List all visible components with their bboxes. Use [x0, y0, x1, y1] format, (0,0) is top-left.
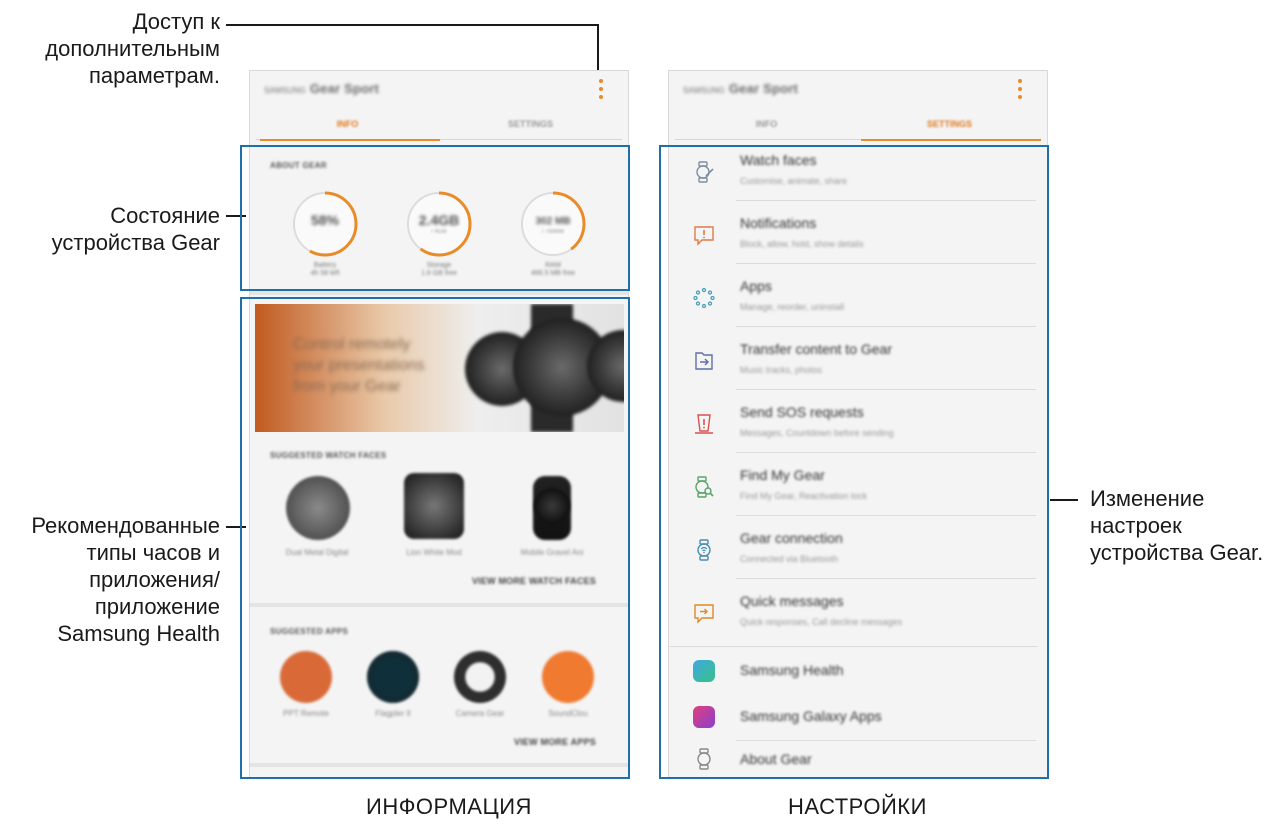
- app-bar: SAMSUNG Gear Sport: [250, 71, 628, 107]
- tab-bar: INFO SETTINGS: [256, 109, 622, 141]
- tab-info[interactable]: INFO: [675, 109, 858, 139]
- highlight-gear-status: [240, 145, 630, 291]
- tab-settings[interactable]: SETTINGS: [858, 109, 1041, 139]
- more-options-icon[interactable]: [598, 79, 604, 99]
- callout-change-settings: Изменение настроек устройства Gear.: [1090, 486, 1264, 565]
- highlight-settings-list: [659, 145, 1049, 779]
- caption-info: ИНФОРМАЦИЯ: [366, 794, 532, 819]
- callout-line-change-settings: [1050, 499, 1078, 501]
- callout-gear-status: Состояние устройства Gear: [51, 203, 220, 255]
- app-title: SAMSUNG Gear Sport: [683, 81, 799, 96]
- tab-indicator: [260, 139, 440, 141]
- callout-recommended: Рекомендованные типы часов и приложения/…: [31, 513, 220, 646]
- tab-info[interactable]: INFO: [256, 109, 439, 139]
- tab-settings[interactable]: SETTINGS: [439, 109, 622, 139]
- tab-bar: INFO SETTINGS: [675, 109, 1041, 141]
- more-options-icon[interactable]: [1017, 79, 1023, 99]
- highlight-recommended: [240, 297, 630, 779]
- app-title: SAMSUNG Gear Sport: [264, 81, 380, 96]
- tab-indicator: [861, 139, 1041, 141]
- callout-line-more-options-h: [226, 24, 598, 26]
- caption-settings: НАСТРОЙКИ: [788, 794, 927, 819]
- app-bar: SAMSUNG Gear Sport: [669, 71, 1047, 107]
- callout-more-options: Доступ к дополнительным параметрам.: [45, 9, 220, 88]
- section-divider: [250, 291, 628, 295]
